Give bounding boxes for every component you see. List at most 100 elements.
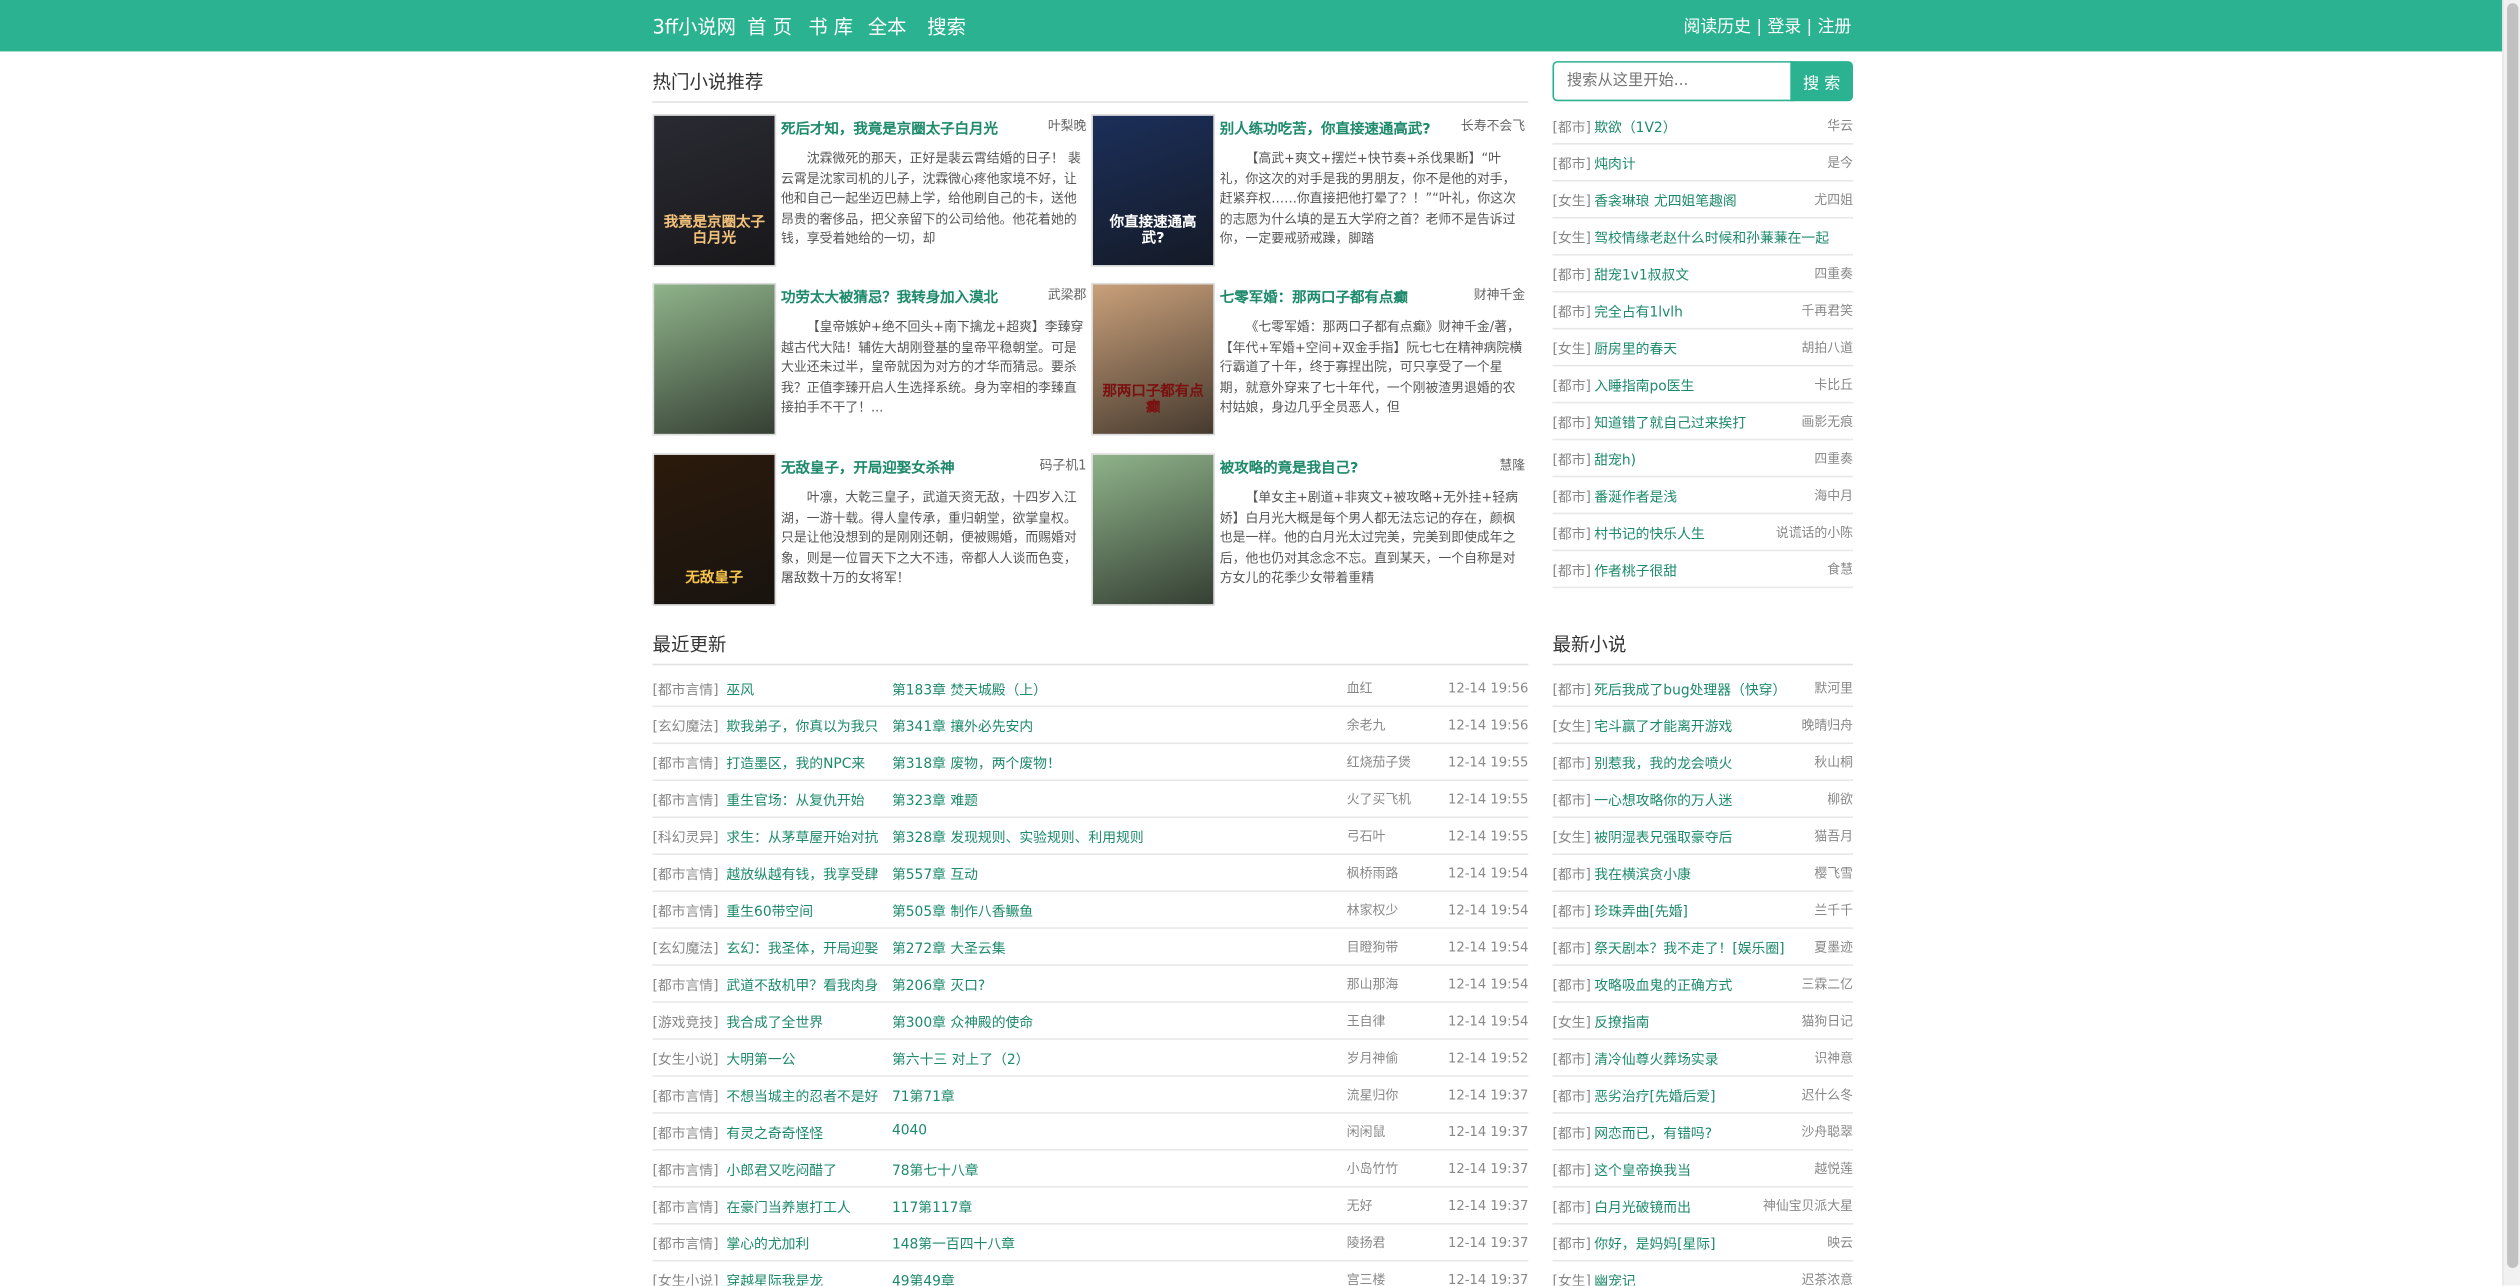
book-title-link[interactable]: 无敌皇子，开局迎娶女杀神 <box>781 456 1035 477</box>
book-card[interactable]: 被攻略的竟是我自己? 慧隆 【单女主+剧道+非爽文+被攻略+无外挂+轻病娇】白月光大… <box>1091 453 1525 609</box>
chapter-link[interactable]: 第六十三 对上了（2） <box>892 1049 1342 1069</box>
chapter-link[interactable]: 第318章 废物，两个废物！ <box>892 754 1342 773</box>
book-title-link[interactable]: 别人练功吃苦，你直接速通高武? <box>1220 117 1474 138</box>
novel-title-link[interactable]: 小郎君又吃闷醋了 <box>726 1160 892 1180</box>
novel-title-link[interactable]: 别惹我，我的龙会喷火 <box>1594 754 1732 773</box>
chapter-link[interactable]: 第505章 制作八香鳜鱼 <box>892 902 1342 921</box>
table-row: [都市言情] 小郎君又吃闷醋了 78第七十八章 小岛竹竹 12-14 19:37 <box>652 1151 1529 1188</box>
novel-title-link[interactable]: 宅斗赢了才能离开游戏 <box>1594 717 1732 736</box>
search-input[interactable] <box>1552 61 1794 102</box>
nav-library[interactable]: 书 库 <box>808 13 867 40</box>
novel-title-link[interactable]: 番涎作者是浅 <box>1594 487 1677 506</box>
book-cover-image[interactable]: 那两口子都有点癫 <box>1091 282 1215 436</box>
novel-title-link[interactable]: 穿越星际我是龙 <box>726 1271 892 1285</box>
novel-title-link[interactable]: 珍珠弄曲[先婚] <box>1594 902 1688 921</box>
vertical-scrollbar[interactable] <box>2502 0 2520 1286</box>
novel-title-link[interactable]: 巫风 <box>726 680 892 699</box>
nav-home[interactable]: 首 页 <box>747 13 808 40</box>
book-cover-image[interactable] <box>1091 453 1215 606</box>
novel-title-link[interactable]: 一心想攻略你的万人迷 <box>1594 791 1732 810</box>
novel-title-link[interactable]: 祭天剧本？我不走了！[娱乐圈] <box>1594 939 1784 958</box>
book-title-link[interactable]: 功劳太大被猜忌？我转身加入漠北 <box>781 286 1035 307</box>
novel-title-link[interactable]: 炖肉计 <box>1594 154 1635 173</box>
novel-title-link[interactable]: 这个皇帝换我当 <box>1594 1160 1691 1180</box>
novel-title-link[interactable]: 掌心的尤加利 <box>726 1234 892 1253</box>
account-links[interactable]: 阅读历史 | 登录 | 注册 <box>1684 14 1852 38</box>
novel-title-link[interactable]: 死后我成了bug处理器（快穿） <box>1594 680 1786 699</box>
book-cover-image[interactable]: 无敌皇子 <box>652 453 777 606</box>
novel-title-link[interactable]: 重生60带空间 <box>726 902 892 921</box>
novel-title-link[interactable]: 厨房里的春天 <box>1594 339 1677 358</box>
novel-title-link[interactable]: 香衾琳琅 尤四姐笔趣阁 <box>1594 191 1737 210</box>
book-card[interactable]: 我竟是京圈太子白月光 死后才知，我竟是京圈太子白月光 叶梨晚 沈霖微死的那天，正好是裴… <box>652 114 1086 270</box>
category-tag: [都市言情] <box>652 793 719 810</box>
novel-title-link[interactable]: 越放纵越有钱，我享受肆 <box>726 865 892 884</box>
novel-title-link[interactable]: 你好，是妈妈[星际] <box>1594 1234 1715 1253</box>
chapter-link[interactable]: 第272章 大圣云集 <box>892 939 1342 958</box>
novel-title-link[interactable]: 作者桃子很甜 <box>1594 561 1677 580</box>
scrollbar-thumb[interactable] <box>2507 3 2519 1269</box>
novel-title-link[interactable]: 网恋而已，有错吗? <box>1594 1123 1712 1143</box>
book-title-link[interactable]: 被攻略的竟是我自己? <box>1220 456 1474 477</box>
novel-title-link[interactable]: 攻略吸血鬼的正确方式 <box>1594 976 1732 995</box>
book-title-link[interactable]: 死后才知，我竟是京圈太子白月光 <box>781 117 1035 138</box>
novel-title-link[interactable]: 重生官场：从复仇开始 <box>726 791 892 810</box>
chapter-link[interactable]: 第341章 攘外必先安内 <box>892 717 1342 736</box>
search-button[interactable]: 搜 索 <box>1790 61 1853 102</box>
chapter-link[interactable]: 第557章 互动 <box>892 865 1342 884</box>
novel-title-link[interactable]: 我合成了全世界 <box>726 1012 892 1032</box>
novel-title-link[interactable]: 幽宠记 <box>1594 1271 1635 1285</box>
chapter-link[interactable]: 第183章 焚天城殿（上） <box>892 680 1342 699</box>
nav-completed[interactable]: 全本 <box>868 13 927 40</box>
novel-title-link[interactable]: 欺我弟子，你真以为我只 <box>726 717 892 736</box>
list-item: [都市] 白月光破镜而出 神仙宝贝派大星 <box>1552 1188 1853 1225</box>
novel-title-link[interactable]: 玄幻：我圣体，开局迎娶 <box>726 939 892 958</box>
chapter-link[interactable]: 第328章 发现规则、实验规则、利用规则 <box>892 828 1342 847</box>
novel-title-link[interactable]: 知道错了就自己过来挨打 <box>1594 413 1746 432</box>
book-cover-image[interactable]: 你直接速通高武? <box>1091 114 1215 267</box>
chapter-link[interactable]: 4040 <box>892 1123 1342 1139</box>
novel-title-link[interactable]: 清冷仙尊火葬场实录 <box>1594 1049 1718 1069</box>
book-cover-image[interactable] <box>652 282 777 436</box>
novel-title-link[interactable]: 被阴湿表兄强取豪夺后 <box>1594 828 1732 847</box>
book-card[interactable]: 你直接速通高武? 别人练功吃苦，你直接速通高武? 长寿不会飞 【高武+爽文+摆烂+快节… <box>1091 114 1525 270</box>
book-card[interactable]: 功劳太大被猜忌？我转身加入漠北 武梁郡 【皇帝嫉妒+绝不回头+南下擒龙+超爽】李臻穿… <box>652 282 1086 439</box>
chapter-link[interactable]: 71第71章 <box>892 1086 1342 1106</box>
chapter-link[interactable]: 117第117章 <box>892 1197 1342 1217</box>
book-title-link[interactable]: 七零军婚：那两口子都有点癫 <box>1220 286 1474 307</box>
novel-title-link[interactable]: 完全占有1lvlh <box>1594 302 1683 321</box>
book-cover-image[interactable]: 我竟是京圈太子白月光 <box>652 114 777 267</box>
novel-author: 火了买飞机 <box>1346 792 1412 807</box>
novel-title-link[interactable]: 大明第一公 <box>726 1049 892 1069</box>
novel-title-link[interactable]: 入睡指南po医生 <box>1594 376 1694 395</box>
chapter-link[interactable]: 78第七十八章 <box>892 1160 1342 1180</box>
chapter-link[interactable]: 第323章 难题 <box>892 791 1342 810</box>
novel-title-link[interactable]: 求生：从茅草屋开始对抗 <box>726 828 892 847</box>
book-card[interactable]: 无敌皇子 无敌皇子，开局迎娶女杀神 码子机1 叶凛，大乾三皇子，武道天资无敌，十四岁入… <box>652 453 1086 609</box>
chapter-link[interactable]: 148第一百四十八章 <box>892 1234 1342 1253</box>
novel-title-link[interactable]: 驾校情缘老赵什么时候和孙蒹蒹在一起 <box>1594 228 1829 247</box>
novel-title-link[interactable]: 白月光破镜而出 <box>1594 1197 1691 1217</box>
book-card[interactable]: 那两口子都有点癫 七零军婚：那两口子都有点癫 财神千金 《七零军婚：那两口子都有点癫》… <box>1091 282 1525 439</box>
novel-author: 猫狗日记 <box>1801 1014 1853 1029</box>
novel-title-link[interactable]: 甜宠h) <box>1594 450 1636 469</box>
novel-title-link[interactable]: 反撩指南 <box>1594 1012 1649 1032</box>
chapter-link[interactable]: 第206章 灭口? <box>892 976 1342 995</box>
novel-title-link[interactable]: 我在横滨贪小康 <box>1594 865 1691 884</box>
site-logo-link[interactable]: 3ff小说网 <box>652 13 735 40</box>
chapter-link[interactable]: 第300章 众神殿的使命 <box>892 1012 1342 1032</box>
novel-title-link[interactable]: 恶劣治疗[先婚后爱] <box>1594 1086 1715 1106</box>
novel-title-link[interactable]: 打造墨区，我的NPC来 <box>726 754 892 773</box>
chapter-link[interactable]: 49第49章 <box>892 1271 1342 1285</box>
novel-title-link[interactable]: 在豪门当养崽打工人 <box>726 1197 892 1217</box>
list-item: [都市] 恶劣治疗[先婚后爱] 迟什么冬 <box>1552 1077 1853 1114</box>
list-item: [都市] 我在横滨贪小康 樱飞雪 <box>1552 855 1853 892</box>
novel-title-link[interactable]: 甜宠1v1叔叔文 <box>1594 265 1689 284</box>
novel-title-link[interactable]: 不想当城主的忍者不是好 <box>726 1086 892 1106</box>
nav-search[interactable]: 搜索 <box>927 13 966 40</box>
novel-title-link[interactable]: 村书记的快乐人生 <box>1594 524 1705 543</box>
novel-title-link[interactable]: 武道不敌机甲？看我肉身 <box>726 976 892 995</box>
table-row: [女生小说] 穿越星际我是龙 49第49章 宫三楼 12-14 19:37 <box>652 1262 1528 1285</box>
novel-title-link[interactable]: 有灵之奇奇怪怪 <box>726 1123 892 1143</box>
novel-title-link[interactable]: 欺欲（1V2） <box>1594 117 1676 137</box>
